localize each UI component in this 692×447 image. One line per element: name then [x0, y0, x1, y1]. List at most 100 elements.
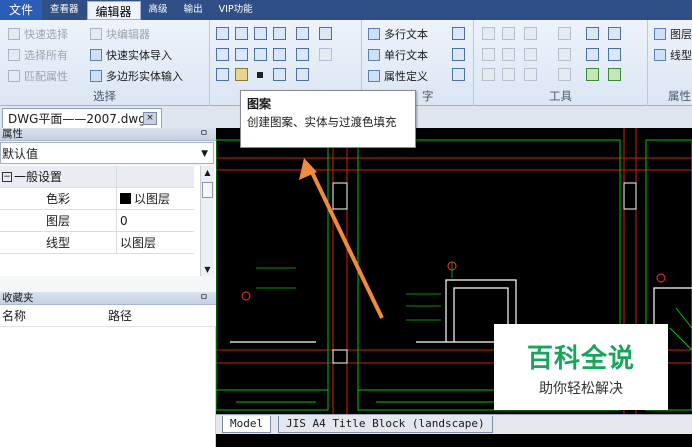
document-tab[interactable]: DWG平面——2007.dwg × [2, 108, 162, 128]
select-group-title: 选择 [93, 89, 116, 103]
menu-viewer[interactable]: 查看器 [42, 0, 87, 20]
entity-import-icon [90, 49, 102, 61]
tooltip-description: 创建图案、实体与过渡色填充 [247, 115, 397, 129]
favorites-header: 名称 路径 [0, 305, 216, 327]
mtext-button[interactable]: 多行文本 [368, 26, 428, 42]
render-icon[interactable] [586, 68, 599, 81]
polygon-entity-input-button[interactable]: 多边形实体输入 [90, 68, 183, 84]
tab-model[interactable]: Model [222, 416, 272, 433]
scroll-up-icon[interactable]: ▲ [201, 168, 214, 177]
attribute-definition-icon [368, 70, 380, 82]
pencil-icon[interactable] [296, 48, 309, 61]
copy-icon[interactable] [296, 27, 309, 40]
text-find-icon[interactable] [452, 68, 465, 81]
collapse-icon[interactable]: − [2, 171, 12, 182]
arc-icon[interactable] [254, 48, 267, 61]
text-style-icon[interactable] [452, 27, 465, 40]
menu-advanced[interactable]: 高级 [141, 0, 176, 20]
revcloud-icon[interactable] [216, 68, 229, 81]
rotate-icon[interactable] [502, 27, 515, 40]
property-row-layer[interactable]: 图层 0 [0, 210, 194, 232]
pin-icon[interactable]: ㅁ [200, 128, 208, 141]
match-properties-button[interactable]: 匹配属性 [8, 68, 68, 84]
tools-group-title: 工具 [549, 89, 572, 103]
menu-editor[interactable]: 编辑器 [86, 1, 141, 20]
select-all-button[interactable]: 选择所有 [8, 47, 68, 63]
dim-angle-icon[interactable] [502, 68, 515, 81]
left-panel: 属性 ㅁ 默认值 ▼ − 一般设置 色彩 以图层 图层 0 线型 以图层 ▲ ▼ … [0, 128, 216, 447]
close-icon[interactable]: × [143, 112, 157, 125]
properties-panel-title: 属性 ㅁ [0, 128, 216, 141]
text-edit-icon[interactable] [452, 48, 465, 61]
leader-icon[interactable] [558, 68, 571, 81]
favorites-panel-title: 收藏夹 ㅁ [0, 292, 216, 305]
pin-icon[interactable]: ㅁ [200, 292, 208, 305]
table-icon[interactable] [296, 68, 309, 81]
quick-select-button[interactable]: 快速选择 [8, 26, 68, 42]
rectangle-icon[interactable] [254, 27, 267, 40]
tab-layout-jis-a4[interactable]: JIS A4 Title Block (landscape) [278, 416, 493, 433]
extend-icon[interactable] [558, 48, 571, 61]
watermark: 百科全说 助你轻松解决 [494, 324, 668, 410]
layer-button[interactable]: 图层 [654, 26, 692, 42]
mtext-icon [368, 28, 380, 40]
circle-icon[interactable] [216, 48, 229, 61]
point-icon[interactable] [257, 72, 263, 78]
props-group: 图层 线型 属性 [648, 20, 692, 106]
property-row-linetype[interactable]: 线型 以图层 [0, 232, 194, 254]
quick-select-icon [8, 28, 20, 40]
property-row-color[interactable]: 色彩 以图层 [0, 188, 194, 210]
properties-scrollbar[interactable]: ▲ ▼ [200, 166, 214, 276]
watermark-sub: 助你轻松解决 [539, 381, 623, 397]
attribute-definition-button[interactable]: 属性定义 [368, 68, 428, 84]
break-icon[interactable] [586, 48, 599, 61]
dim-radius-icon[interactable] [524, 68, 537, 81]
color-swatch [120, 193, 131, 204]
block-editor-button[interactable]: 块编辑器 [90, 26, 150, 42]
line-icon[interactable] [216, 27, 229, 40]
menu-bar: 文件 查看器 编辑器 高级 输出 VIP功能 [0, 0, 692, 20]
column-path[interactable]: 路径 [108, 307, 132, 324]
layer-icon [654, 28, 666, 40]
linetype-icon [654, 49, 666, 61]
measure-icon[interactable] [586, 27, 599, 40]
zoom-extents-icon[interactable] [608, 27, 621, 40]
image-icon[interactable] [273, 68, 286, 81]
array-icon[interactable] [319, 27, 332, 40]
single-text-button[interactable]: 单行文本 [368, 47, 428, 63]
spline-icon[interactable] [273, 27, 286, 40]
scroll-thumb[interactable] [202, 182, 213, 198]
hatch-tooltip: 图案 创建图案、实体与过渡色填充 [240, 90, 416, 148]
scroll-down-icon[interactable]: ▼ [201, 265, 214, 274]
watermark-main: 百科全说 [526, 344, 635, 374]
explode-icon[interactable] [319, 48, 332, 61]
dim-linear-icon[interactable] [482, 68, 495, 81]
tools-group: 工具 [474, 20, 648, 106]
join-icon[interactable] [608, 48, 621, 61]
hatch-icon[interactable] [235, 68, 248, 81]
align-icon[interactable] [558, 27, 571, 40]
menu-vip[interactable]: VIP功能 [211, 0, 261, 20]
move-icon[interactable] [482, 27, 495, 40]
entity-type-select[interactable]: 默认值 ▼ [0, 142, 214, 164]
column-name[interactable]: 名称 [0, 307, 108, 324]
trim-icon[interactable] [524, 48, 537, 61]
linetype-button[interactable]: 线型 [654, 47, 692, 63]
menu-file[interactable]: 文件 [0, 0, 43, 20]
circle-3p-icon[interactable] [235, 48, 248, 61]
scale-icon[interactable] [524, 27, 537, 40]
stretch-icon[interactable] [502, 48, 515, 61]
props-group-title: 属性 [668, 89, 691, 103]
menu-output[interactable]: 输出 [176, 0, 211, 20]
select-all-icon [8, 49, 20, 61]
select-group: 快速选择 块编辑器 选择所有 快速实体导入 匹配属性 多边形实体输入 选择 [0, 20, 210, 106]
polygon-entity-icon [90, 70, 102, 82]
polyline-icon[interactable] [235, 27, 248, 40]
block-editor-icon [90, 28, 102, 40]
section-row-general[interactable]: − 一般设置 [0, 166, 194, 188]
offset-icon[interactable] [273, 48, 286, 61]
mirror-icon[interactable] [482, 48, 495, 61]
layout-tab-bar: Model JIS A4 Title Block (landscape) [216, 414, 692, 434]
quick-entity-import-button[interactable]: 快速实体导入 [90, 47, 172, 63]
export-icon[interactable] [608, 68, 621, 81]
